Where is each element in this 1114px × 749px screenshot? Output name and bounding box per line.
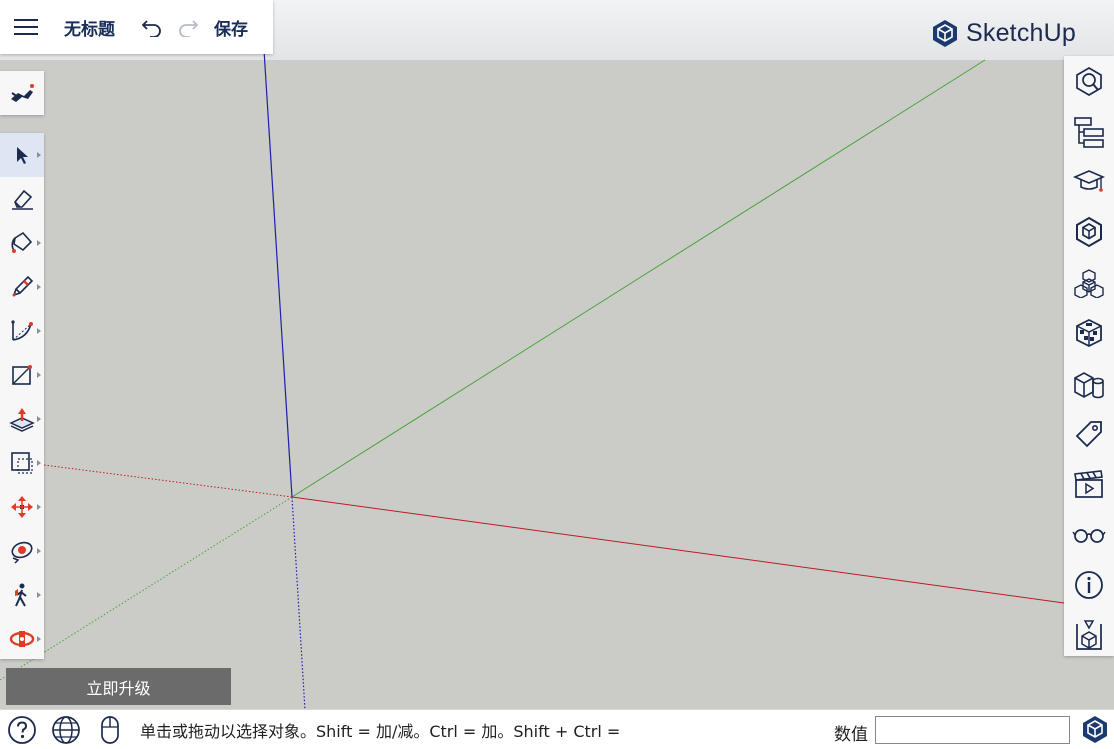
glasses-icon — [1072, 528, 1106, 543]
globe-icon — [52, 715, 80, 744]
arc-icon — [11, 320, 33, 341]
push-pull-icon — [9, 408, 35, 432]
sketchup-logo-icon — [1083, 716, 1107, 743]
walk-icon — [15, 583, 27, 607]
components-button[interactable] — [1064, 207, 1114, 257]
eraser-tool[interactable] — [0, 177, 44, 221]
paint-bucket-icon — [11, 231, 33, 253]
graduation-cap-icon — [1073, 170, 1105, 192]
search-tool-button[interactable] — [0, 71, 44, 115]
walk-tool[interactable] — [0, 573, 44, 617]
sketchup-status-logo — [1080, 714, 1110, 748]
mouse-hint-button[interactable] — [88, 710, 132, 749]
model-viewport[interactable] — [0, 0, 1114, 749]
help-button[interactable] — [0, 710, 44, 749]
stacked-cubes-icon — [1074, 268, 1104, 298]
help-icon — [8, 715, 36, 744]
pencil-icon — [12, 275, 34, 297]
rectangle-tool[interactable] — [0, 353, 44, 397]
offset-icon — [11, 452, 33, 474]
rotate-tool[interactable] — [0, 617, 44, 661]
solid-inspector-button[interactable] — [1064, 610, 1114, 660]
styles-button[interactable] — [1064, 358, 1114, 408]
info-icon — [1075, 571, 1103, 599]
clapperboard-icon — [1074, 470, 1103, 499]
materials-button[interactable] — [1064, 308, 1114, 358]
title-bar: 无标题 保存 — [0, 0, 273, 54]
hamburger-menu-icon[interactable] — [0, 0, 52, 54]
select-arrow-icon — [17, 147, 28, 164]
outliner-icon — [1074, 116, 1104, 148]
green-axis-positive — [291, 59, 986, 498]
red-axis-negative — [43, 464, 293, 498]
pencil-tool[interactable] — [0, 265, 44, 309]
styles-icon — [1074, 371, 1104, 398]
3d-warehouse-search-button[interactable] — [1064, 56, 1114, 106]
materials-cube-icon — [1076, 319, 1102, 348]
move-icon — [11, 496, 33, 518]
measurements-input[interactable] — [875, 716, 1070, 744]
rectangle-icon — [12, 365, 32, 385]
sketchup-logo-icon — [933, 20, 957, 47]
walk-tool-expand-caret[interactable] — [37, 592, 41, 598]
solid-inspector-icon — [1076, 620, 1102, 651]
offset-tool[interactable] — [0, 441, 44, 485]
brand-name: SketchUp — [966, 18, 1076, 47]
search-tool-icon — [11, 84, 34, 102]
rotate-icon — [9, 631, 35, 647]
paint-tool-expand-caret[interactable] — [37, 240, 41, 246]
orbit-icon — [11, 541, 33, 564]
select-tool-expand-caret[interactable] — [37, 152, 41, 158]
rectangle-tool-expand-caret[interactable] — [37, 372, 41, 378]
push-pull-expand-caret[interactable] — [37, 416, 41, 422]
select-tool[interactable] — [0, 133, 44, 177]
orbit-tool-expand-caret[interactable] — [37, 548, 41, 554]
status-hint-text: 单击或拖动以选择对象。Shift = 加/减。Ctrl = 加。Shift + … — [140, 721, 621, 741]
blue-axis-negative — [291, 496, 306, 711]
paint-bucket-tool[interactable] — [0, 221, 44, 265]
rotate-tool-expand-caret[interactable] — [37, 636, 41, 642]
document-title[interactable]: 无标题 — [64, 15, 134, 40]
sketchup-logo: SketchUp — [930, 18, 1076, 48]
outliner-button[interactable] — [1064, 106, 1114, 156]
arc-tool-expand-caret[interactable] — [37, 328, 41, 334]
move-tool[interactable] — [0, 485, 44, 529]
pencil-tool-expand-caret[interactable] — [37, 284, 41, 290]
right-panels-toolbar — [1064, 56, 1114, 656]
undo-icon[interactable] — [134, 0, 170, 54]
offset-tool-expand-caret[interactable] — [37, 460, 41, 466]
blue-axis-positive — [263, 49, 293, 498]
orbit-tool[interactable] — [0, 529, 44, 573]
red-axis-positive — [291, 496, 1065, 604]
model-info-button[interactable] — [1064, 560, 1114, 610]
redo-icon[interactable] — [170, 0, 206, 54]
measurements-label: 数值 — [834, 725, 868, 745]
tag-icon — [1075, 421, 1102, 448]
instructor-button[interactable] — [1064, 157, 1114, 207]
move-tool-expand-caret[interactable] — [37, 504, 41, 510]
entity-info-button[interactable] — [1064, 258, 1114, 308]
eraser-icon — [12, 189, 33, 210]
mouse-icon — [101, 715, 119, 744]
language-button[interactable] — [44, 710, 88, 749]
display-button[interactable] — [1064, 510, 1114, 560]
scenes-button[interactable] — [1064, 459, 1114, 509]
save-button[interactable]: 保存 — [214, 15, 248, 40]
arc-tool[interactable] — [0, 309, 44, 353]
components-icon — [1076, 217, 1102, 248]
push-pull-tool[interactable] — [0, 397, 44, 441]
search-3d-warehouse-icon — [1076, 67, 1102, 97]
status-bar: 单击或拖动以选择对象。Shift = 加/减。Ctrl = 加。Shift + … — [0, 709, 1114, 749]
left-toolbar — [0, 133, 44, 659]
tags-button[interactable] — [1064, 409, 1114, 459]
upgrade-now-button[interactable]: 立即升级 — [6, 668, 231, 705]
